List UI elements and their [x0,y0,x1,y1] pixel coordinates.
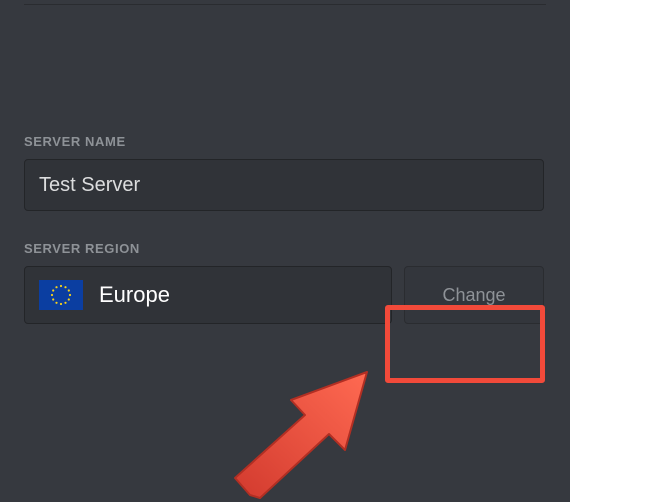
change-region-button[interactable]: Change [404,266,544,324]
server-region-label: SERVER REGION [24,241,546,256]
divider [24,4,546,5]
change-button-label: Change [442,285,505,306]
annotation-arrow-icon [195,360,395,500]
region-name: Europe [99,282,170,308]
region-display: Europe [24,266,392,324]
server-region-row: Europe Change [24,266,544,324]
server-name-label: SERVER NAME [24,134,546,149]
server-settings-panel: SERVER NAME SERVER REGION [0,0,570,502]
eu-flag-icon [39,280,83,310]
server-name-input[interactable] [24,159,544,211]
